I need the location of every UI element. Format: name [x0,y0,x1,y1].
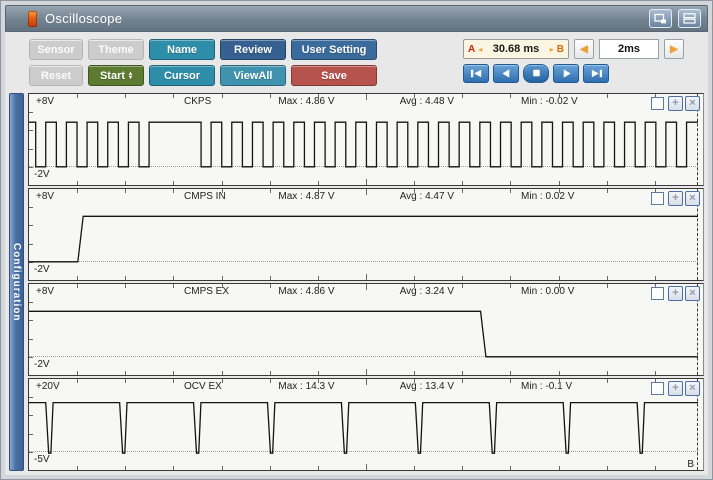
stacked-windows-icon [683,13,696,24]
channel-close-button[interactable]: × [685,96,700,111]
toolbar-button-label: Cursor [163,69,201,82]
channel-controls: + × [651,381,700,396]
channel-checkbox[interactable] [651,97,664,110]
toolbar-button-label: Reset [41,69,71,82]
plus-icon: + [672,287,679,299]
timebase-value: 2ms [599,39,659,59]
toolbar-button-grid: Sensor Theme Name Review User Setting Reset St… [29,39,377,86]
channel-panel-cmps-ex: +8V CMPS EX Max : 4.86 V Avg : 3.24 V Mi… [28,283,704,376]
channel-close-button[interactable]: × [685,286,700,301]
playback-skip-start-button[interactable] [463,64,489,83]
toolbar-button-review[interactable]: Review [220,39,286,60]
waveform-trace [29,94,698,185]
toolbar-button-viewall[interactable]: ViewAll [220,65,286,86]
toolbar-button-sensor: Sensor [29,39,83,60]
stacked-windows-button[interactable] [678,9,701,28]
toolbar-button-theme: Theme [88,39,144,60]
right-arrow-icon: ▸ [549,44,554,54]
toolbar-button-name[interactable]: Name [149,39,215,60]
plus-icon: + [672,192,679,204]
close-icon: × [689,287,696,299]
cursor-b-label: B [556,43,564,55]
configuration-tab[interactable]: Configuration [9,93,24,471]
channel-close-button[interactable]: × [685,381,700,396]
plus-icon: + [672,382,679,394]
channel-panel-ocv-ex: +20V OCV EX Max : 14.3 V Avg : 13.4 V Mi… [28,378,704,471]
ab-time-value: 30.68 ms [492,43,540,55]
channel-zoom-button[interactable]: + [668,96,683,111]
oscilloscope-window: Oscilloscope Sensor Theme Name Review User S… [0,0,713,480]
cursor-a-label: A [468,43,476,55]
waveform-trace [29,189,698,280]
toolbar-button-label: Review [234,43,272,56]
start-spinner-icon: ▴ ▾ [129,70,133,81]
configuration-tab-label: Configuration [11,242,22,322]
left-arrow-icon: ◀ [580,43,588,55]
channel-controls: + × [651,191,700,206]
playback-step-forward-button[interactable] [553,64,579,83]
playback-controls [463,64,609,83]
channel-controls: + × [651,96,700,111]
timebase-next-button[interactable]: ▶ [664,39,684,59]
toolbar-button-label: Theme [98,43,134,56]
channel-zoom-button[interactable]: + [668,286,683,301]
scope-area: Configuration +8V CKPS Max : 4.86 V Avg … [5,92,708,475]
channel-panel-ckps: +8V CKPS Max : 4.86 V Avg : 4.48 V Min :… [28,93,704,186]
channel-zoom-button[interactable]: + [668,191,683,206]
stop-icon [532,69,540,77]
skip-end-icon [591,69,602,78]
skip-start-icon [470,69,481,78]
toolbar-button-label: User Setting [301,43,367,56]
titlebar: Oscilloscope [5,5,708,32]
right-arrow-icon: ▶ [670,43,678,55]
switch-window-icon [654,13,666,24]
channel-checkbox[interactable] [651,192,664,205]
channel-zoom-button[interactable]: + [668,381,683,396]
close-icon: × [689,97,696,109]
left-arrow-icon: ◂ [478,44,483,54]
window-buttons [649,9,701,28]
close-icon: × [689,382,696,394]
toolbar-button-save[interactable]: Save [291,65,377,86]
toolbar-button-label: Start [99,69,126,82]
toolbar-button-cursor[interactable]: Cursor [149,65,215,86]
playback-skip-end-button[interactable] [583,64,609,83]
ab-cursor-readout: A ◂ 30.68 ms ▸ B [463,39,569,59]
plus-icon: + [672,97,679,109]
step-forward-icon [563,69,571,78]
window-title: Oscilloscope [45,11,123,26]
switch-window-button[interactable] [649,9,672,28]
channel-controls: + × [651,286,700,301]
waveform-trace [29,284,698,375]
step-back-icon [501,69,509,78]
toolbar-button-reset: Reset [29,65,83,86]
channel-panel-cmps-in: +8V CMPS IN Max : 4.87 V Avg : 4.47 V Mi… [28,188,704,281]
toolbar-button-label: Save [321,69,347,82]
toolbar-button-label: ViewAll [233,69,273,82]
toolbar: Sensor Theme Name Review User Setting Reset St… [5,32,708,92]
channel-close-button[interactable]: × [685,191,700,206]
timebase-prev-button[interactable]: ◀ [574,39,594,59]
channel-checkbox[interactable] [651,287,664,300]
playback-step-back-button[interactable] [493,64,519,83]
toolbar-button-label: Sensor [37,43,75,56]
toolbar-button-user-setting[interactable]: User Setting [291,39,377,60]
toolbar-button-start[interactable]: Start ▴ ▾ [88,65,144,86]
time-readout-row: A ◂ 30.68 ms ▸ B ◀ 2ms ▶ [463,39,684,59]
channel-list: +8V CKPS Max : 4.86 V Avg : 4.48 V Min :… [28,93,704,471]
waveform-trace [29,379,698,470]
toolbar-button-label: Name [167,43,197,56]
time-controls: A ◂ 30.68 ms ▸ B ◀ 2ms ▶ [463,39,698,83]
playback-stop-button[interactable] [523,64,549,83]
app-icon [28,10,37,27]
close-icon: × [689,192,696,204]
channel-checkbox[interactable] [651,382,664,395]
